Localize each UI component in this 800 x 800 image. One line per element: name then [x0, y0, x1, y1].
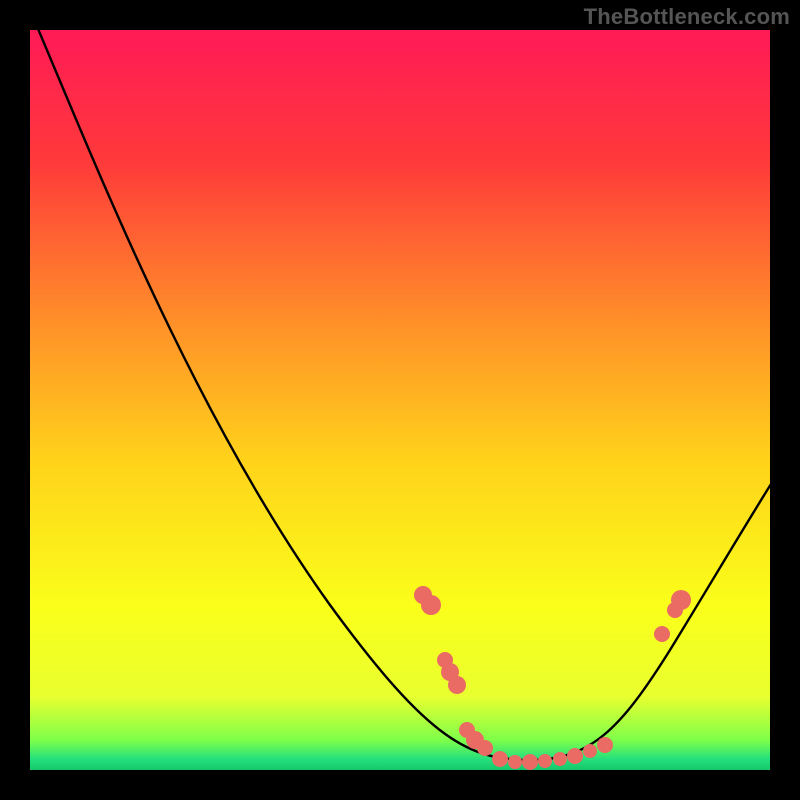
data-marker	[421, 595, 441, 615]
chart-stage: TheBottleneck.com	[0, 0, 800, 800]
data-marker	[508, 755, 522, 769]
data-marker	[492, 751, 508, 767]
data-marker	[654, 626, 670, 642]
data-marker	[522, 754, 538, 770]
data-marker	[671, 590, 691, 610]
plot-area	[30, 30, 770, 770]
gradient-background	[30, 30, 770, 770]
chart-svg	[30, 30, 770, 770]
data-marker	[553, 752, 567, 766]
data-marker	[597, 737, 613, 753]
watermark-label: TheBottleneck.com	[584, 4, 790, 30]
data-marker	[538, 754, 552, 768]
data-marker	[583, 744, 597, 758]
data-marker	[567, 748, 583, 764]
data-marker	[448, 676, 466, 694]
data-marker	[477, 740, 493, 756]
